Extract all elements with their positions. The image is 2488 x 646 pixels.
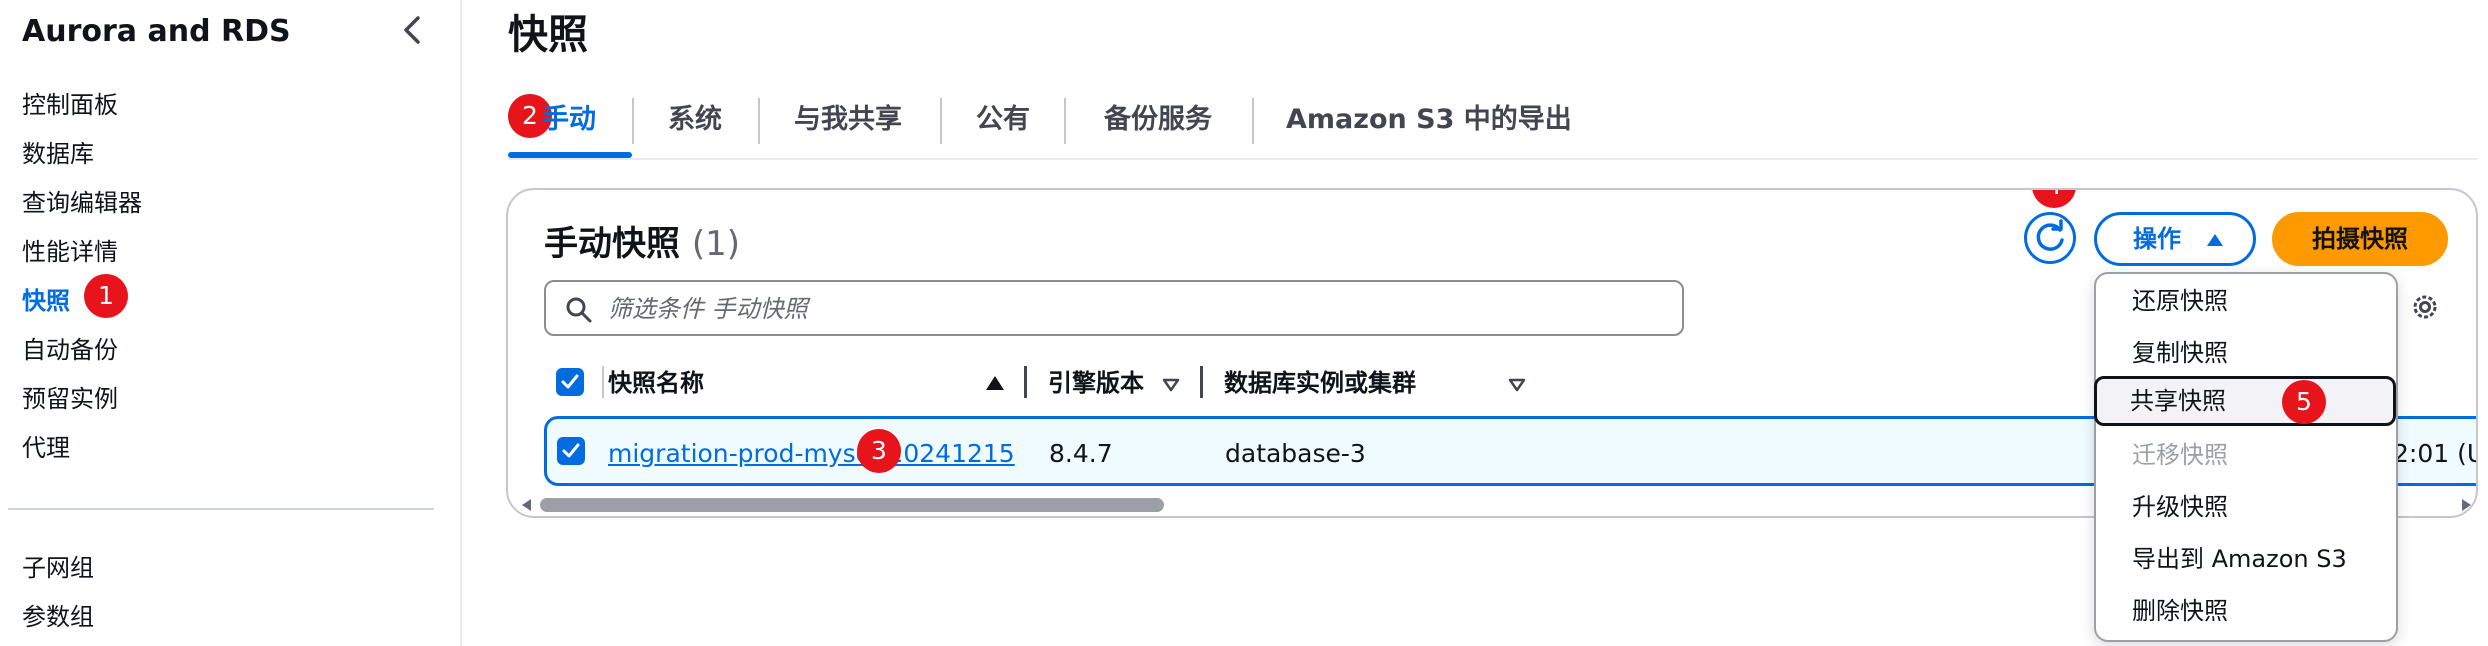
collapse-sidebar-button[interactable] xyxy=(398,10,426,50)
sidebar-item-dashboard[interactable]: 控制面板 xyxy=(22,88,118,122)
sidebar-item-databases[interactable]: 数据库 xyxy=(22,137,94,171)
actions-button[interactable]: 操作 xyxy=(2094,212,2256,266)
column-header-snapshot-name[interactable]: 快照名称 xyxy=(608,366,704,400)
sidebar-item-proxies[interactable]: 代理 xyxy=(22,431,70,465)
settings-gear-icon[interactable] xyxy=(2408,290,2442,324)
tab-separator xyxy=(940,98,942,144)
refresh-button[interactable] xyxy=(2024,212,2076,264)
annotation-badge-4: 4 xyxy=(2032,190,2076,208)
snapshot-name-link[interactable]: migration-prod-mysql-20241215 xyxy=(608,437,1015,471)
snapshot-time-cell: 2:01 (U xyxy=(2393,439,2478,468)
row-checkbox[interactable] xyxy=(557,437,585,465)
checkmark-icon xyxy=(562,443,580,458)
panel-title: 手动快照 (1) xyxy=(544,216,740,265)
snapshot-tabs: 2 手动 系统 与我共享 公有 备份服务 Amazon S3 中的导出 xyxy=(508,94,2478,160)
sidebar-divider xyxy=(8,508,434,510)
actions-menu: 还原快照 复制快照 共享快照 5 迁移快照 升级快照 导出到 Amazon S3… xyxy=(2094,272,2398,642)
snapshot-count: (1) xyxy=(691,224,741,264)
menu-item-upgrade-snapshot[interactable]: 升级快照 xyxy=(2096,482,2396,532)
search-icon xyxy=(566,297,592,323)
tab-system[interactable]: 系统 xyxy=(668,94,722,160)
sidebar-item-parameter-groups[interactable]: 参数组 xyxy=(22,600,94,634)
db-instance-cell: database-3 xyxy=(1225,439,1366,468)
filter-input[interactable] xyxy=(608,292,1668,326)
chevron-left-icon xyxy=(404,16,420,44)
column-header-db-instance[interactable]: 数据库实例或集群 xyxy=(1224,366,1416,400)
scroll-left-icon[interactable] xyxy=(522,499,531,511)
annotation-badge-3: 3 xyxy=(857,429,901,473)
sidebar: Aurora and RDS 控制面板 数据库 查询编辑器 性能详情 快照 1 … xyxy=(0,0,462,646)
sort-descending-icon[interactable] xyxy=(1162,378,1180,392)
menu-item-migrate-snapshot: 迁移快照 xyxy=(2132,441,2228,469)
column-separator[interactable] xyxy=(1200,366,1203,398)
refresh-icon xyxy=(2036,219,2064,251)
tab-shared-with-me[interactable]: 与我共享 xyxy=(794,94,902,160)
actions-label: 操作 xyxy=(2133,225,2181,253)
column-separator xyxy=(602,366,604,398)
filter-box[interactable] xyxy=(544,280,1684,336)
tab-separator xyxy=(1252,98,1254,144)
sidebar-item-automated-backups[interactable]: 自动备份 xyxy=(22,333,118,367)
scroll-right-icon[interactable] xyxy=(2462,499,2471,511)
tab-manual[interactable]: 手动 xyxy=(542,94,596,160)
active-tab-indicator xyxy=(508,152,632,158)
sidebar-item-snapshots[interactable]: 快照 xyxy=(22,284,70,318)
column-header-engine-version[interactable]: 引擎版本 xyxy=(1048,366,1144,400)
menu-item-delete-snapshot[interactable]: 删除快照 xyxy=(2096,586,2396,636)
sidebar-title: Aurora and RDS xyxy=(22,14,291,49)
scrollbar-thumb[interactable] xyxy=(540,498,1164,512)
annotation-badge-1: 1 xyxy=(84,274,128,318)
tab-backup-service[interactable]: 备份服务 xyxy=(1104,94,1212,160)
menu-item-share-snapshot[interactable]: 共享快照 xyxy=(2094,376,2396,426)
engine-version-cell: 8.4.7 xyxy=(1049,439,1113,468)
annotation-badge-5: 5 xyxy=(2282,380,2326,424)
tab-separator xyxy=(632,98,634,144)
checkmark-icon xyxy=(561,374,579,389)
select-all-checkbox[interactable] xyxy=(556,368,584,396)
tab-public[interactable]: 公有 xyxy=(976,94,1030,160)
sidebar-item-performance-insights[interactable]: 性能详情 xyxy=(22,235,118,269)
panel-title-text: 手动快照 xyxy=(544,224,680,264)
caret-up-icon xyxy=(2207,234,2223,246)
column-separator[interactable] xyxy=(1024,366,1027,398)
menu-item-copy-snapshot[interactable]: 复制快照 xyxy=(2096,328,2396,378)
sort-descending-icon[interactable] xyxy=(1508,378,1526,392)
menu-item-export-to-s3[interactable]: 导出到 Amazon S3 xyxy=(2096,534,2396,584)
tab-s3-exports[interactable]: Amazon S3 中的导出 xyxy=(1286,94,1572,160)
page-title: 快照 xyxy=(508,12,588,58)
take-snapshot-button[interactable]: 拍摄快照 xyxy=(2272,212,2448,266)
tab-separator xyxy=(758,98,760,144)
sidebar-item-subnet-groups[interactable]: 子网组 xyxy=(22,551,94,585)
sidebar-item-reserved-instances[interactable]: 预留实例 xyxy=(22,382,118,416)
sort-ascending-icon[interactable] xyxy=(986,376,1004,390)
tab-separator xyxy=(1064,98,1066,144)
menu-item-restore-snapshot[interactable]: 还原快照 xyxy=(2096,276,2396,326)
sidebar-item-query-editor[interactable]: 查询编辑器 xyxy=(22,186,142,220)
